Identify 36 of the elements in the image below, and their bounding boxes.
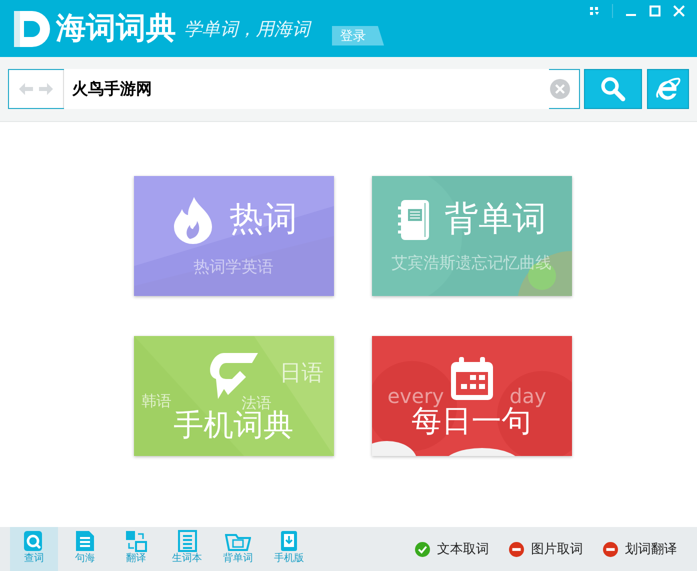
browser-button[interactable] xyxy=(647,69,689,109)
nav-tab[interactable]: 查词 xyxy=(10,527,58,571)
slogan: 学单词，用海词 xyxy=(184,18,310,40)
decorative-word: every xyxy=(388,384,444,408)
nav-tab[interactable]: 背单词 xyxy=(214,527,262,571)
card-subtitle: 热词学英语 xyxy=(194,256,274,278)
nav-tab[interactable]: 句海 xyxy=(61,527,109,571)
feature-card[interactable]: 背单词 艾宾浩斯遗忘记忆曲线 xyxy=(372,176,572,296)
decorative-word: 韩语 xyxy=(142,392,172,411)
toggle-option[interactable]: 文本取词 xyxy=(415,527,489,571)
search-field[interactable]: 火鸟手游网 xyxy=(8,69,580,109)
app-name: 海词词典 xyxy=(56,10,176,48)
card-title: 热词 xyxy=(230,200,298,238)
card-title: 背单词 xyxy=(444,200,546,238)
forward-arrow-icon[interactable] xyxy=(39,83,53,95)
decorative-word: 日语 xyxy=(280,360,324,388)
feature-card[interactable]: every day 每日一句 xyxy=(372,336,572,456)
clear-icon[interactable] xyxy=(549,78,571,100)
lookup-icon xyxy=(23,530,45,552)
toggle-option[interactable]: 图片取词 xyxy=(509,527,583,571)
login-button[interactable]: 登录 xyxy=(332,26,384,46)
search-icon xyxy=(600,76,626,102)
back-arrow-icon[interactable] xyxy=(19,83,33,95)
nav-tab[interactable]: 生词本 xyxy=(163,527,211,571)
phone-icon xyxy=(280,530,298,552)
decorative-word: day xyxy=(510,384,546,408)
toggle-option[interactable]: 划词翻译 xyxy=(603,527,677,571)
card-subtitle: 艾宾浩斯遗忘记忆曲线 xyxy=(392,252,552,274)
nav-tab[interactable]: 手机版 xyxy=(265,527,313,571)
feature-card[interactable]: 热词 热词学英语 xyxy=(134,176,334,296)
feature-card[interactable]: 韩语 日语 法语 手机词典 xyxy=(134,336,334,456)
wordbook-icon xyxy=(176,530,198,552)
nav-tab[interactable]: 翻译 xyxy=(112,527,160,571)
logo-icon xyxy=(12,8,52,48)
search-button[interactable] xyxy=(584,69,642,109)
notebook-icon xyxy=(396,198,430,240)
